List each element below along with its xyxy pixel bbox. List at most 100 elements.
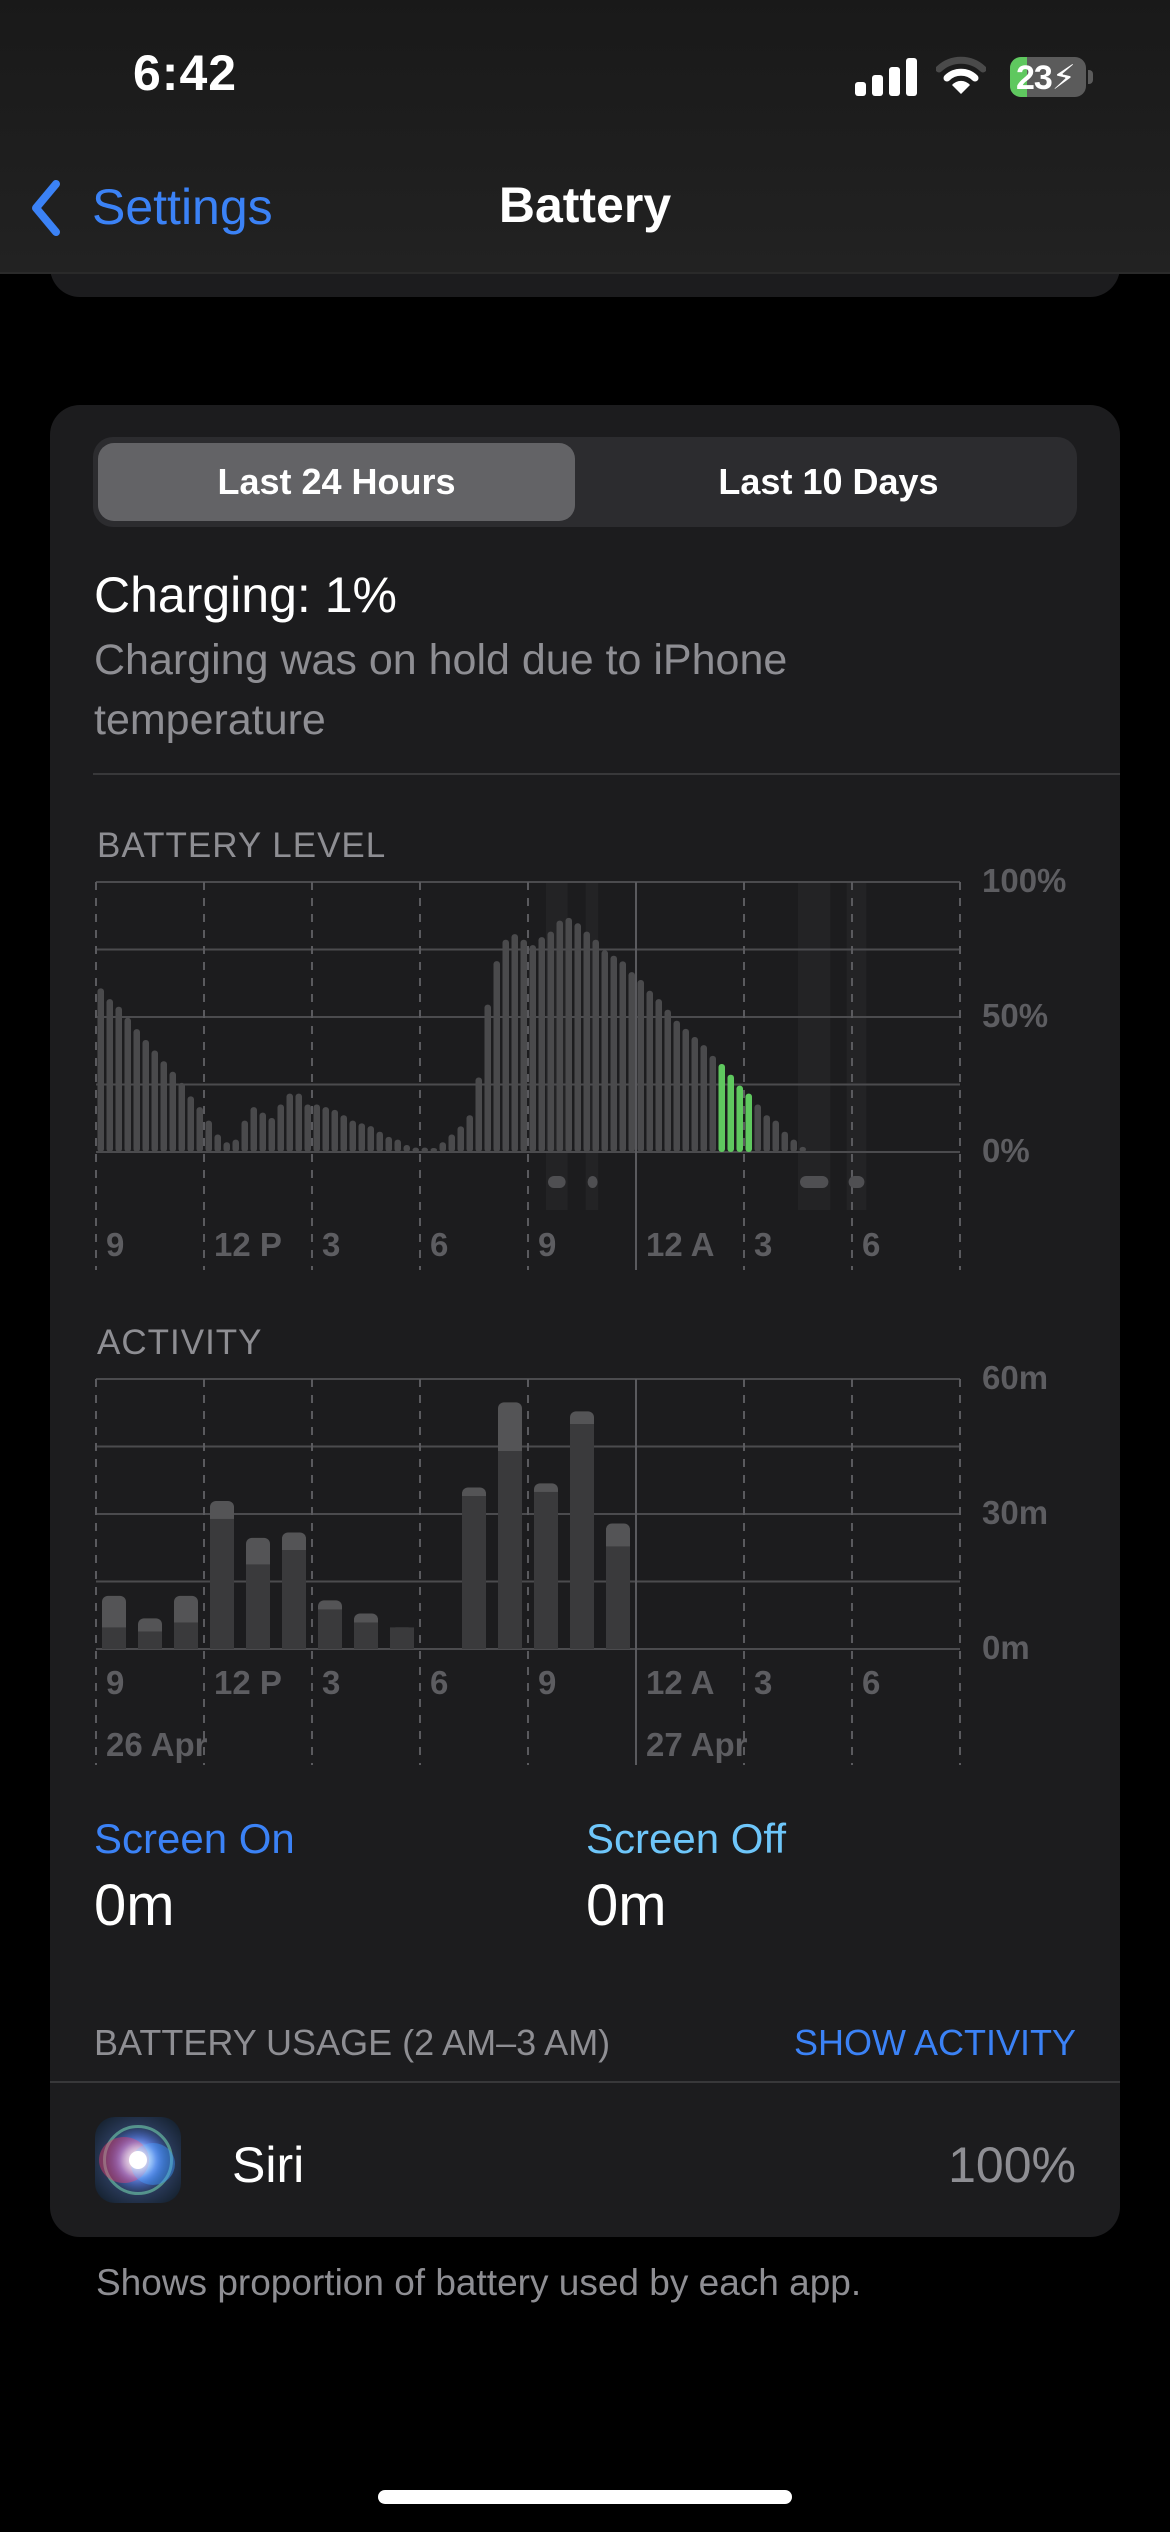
- battery-bar: [160, 1061, 167, 1152]
- x-tick-label: 3: [754, 1664, 773, 1701]
- x-tick-label: 3: [754, 1226, 773, 1263]
- battery-bar: [700, 1045, 707, 1152]
- battery-percent: 23⚡: [1016, 59, 1076, 97]
- battery-bar: [646, 990, 653, 1152]
- battery-bar: [502, 939, 509, 1152]
- battery-bar: [520, 939, 527, 1152]
- battery-bar: [448, 1134, 455, 1152]
- x-tick-label: 9: [538, 1226, 557, 1263]
- battery-bar: [250, 1107, 257, 1152]
- activity-bar-screen-on: [138, 1631, 162, 1649]
- battery-bar: [268, 1117, 275, 1152]
- screen-off-label: Screen Off: [586, 1815, 786, 1862]
- app-name: Siri: [232, 2137, 305, 2193]
- x-tick-label: 3: [322, 1226, 341, 1263]
- battery-bar: [493, 961, 500, 1152]
- battery-bar-selected: [745, 1093, 752, 1152]
- battery-bar: [367, 1126, 374, 1152]
- x-tick-label: 12 P: [214, 1226, 282, 1263]
- screen-on-value: 0m: [94, 1873, 175, 1938]
- activity-chart[interactable]: [95, 1378, 961, 1765]
- battery-bar-selected: [727, 1074, 734, 1152]
- battery-bar: [547, 931, 554, 1152]
- battery-bar: [556, 920, 563, 1152]
- battery-bar: [529, 945, 536, 1152]
- siri-icon: [95, 2117, 181, 2203]
- battery-bar: [754, 1104, 761, 1152]
- battery-level-chart[interactable]: [95, 881, 961, 1270]
- battery-bar: [484, 1004, 491, 1152]
- battery-bar: [385, 1136, 392, 1152]
- battery-bar: [403, 1144, 410, 1152]
- battery-bar: [322, 1107, 329, 1152]
- battery-cap: [1088, 70, 1093, 84]
- activity-bar-screen-on: [390, 1627, 414, 1649]
- battery-bar: [358, 1123, 365, 1152]
- activity-bar-screen-on: [534, 1491, 558, 1649]
- y-tick-label: 0m: [982, 1629, 1030, 1666]
- app-usage-percent: 100%: [948, 2137, 1076, 2193]
- battery-bar: [349, 1120, 356, 1152]
- x-tick-label: 9: [106, 1664, 125, 1701]
- charging-indicator: [800, 1176, 829, 1188]
- charging-indicator: [848, 1176, 865, 1188]
- battery-bar: [637, 980, 644, 1152]
- battery-bar-selected: [736, 1085, 743, 1152]
- status-time: 6:42: [133, 45, 238, 101]
- battery-bar: [214, 1134, 221, 1152]
- x-tick-label: 9: [538, 1664, 557, 1701]
- battery-bar: [196, 1107, 203, 1152]
- activity-bar-screen-on: [246, 1564, 270, 1649]
- x-tick-label: 12 A: [646, 1664, 715, 1701]
- battery-bar: [295, 1093, 302, 1152]
- charging-period-shade: [798, 882, 831, 1210]
- battery-bar: [106, 999, 113, 1152]
- activity-bar-screen-on: [174, 1622, 198, 1649]
- battery-bar: [790, 1139, 797, 1152]
- battery-bar: [430, 1148, 437, 1152]
- battery-bar: [394, 1139, 401, 1152]
- battery-bar: [97, 988, 104, 1152]
- battery-bar: [277, 1104, 284, 1152]
- battery-bar: [583, 931, 590, 1152]
- activity-bar-screen-on: [210, 1518, 234, 1649]
- battery-bar: [799, 1146, 806, 1152]
- battery-bar: [538, 937, 545, 1152]
- battery-bar: [772, 1120, 779, 1152]
- activity-bar-screen-on: [498, 1451, 522, 1649]
- battery-bar: [259, 1112, 266, 1152]
- x-tick-label: 3: [322, 1664, 341, 1701]
- battery-bar-selected: [718, 1063, 725, 1152]
- activity-bar-screen-on: [606, 1546, 630, 1649]
- battery-bar: [187, 1096, 194, 1152]
- x-tick-label: 12 A: [646, 1226, 715, 1263]
- activity-bar-screen-on: [318, 1609, 342, 1649]
- activity-bar-screen-on: [570, 1424, 594, 1649]
- home-indicator[interactable]: [378, 2490, 792, 2504]
- x-tick-label: 6: [862, 1664, 881, 1701]
- battery-bar: [241, 1120, 248, 1152]
- battery-bar: [313, 1104, 320, 1152]
- battery-bar: [673, 1020, 680, 1152]
- usage-footer-note: Shows proportion of battery used by each…: [96, 2262, 862, 2303]
- battery-bar: [709, 1055, 716, 1152]
- y-tick-label: 60m: [982, 1359, 1049, 1396]
- battery-bar: [619, 961, 626, 1152]
- page-title: Battery: [498, 177, 672, 233]
- battery-bar: [475, 1077, 482, 1152]
- x-tick-label: 12 P: [214, 1664, 282, 1701]
- battery-bar: [178, 1082, 185, 1152]
- screen-on-label: Screen On: [94, 1815, 295, 1862]
- battery-bar: [124, 1017, 131, 1152]
- x-tick-label: 9: [106, 1226, 125, 1263]
- battery-bar: [628, 972, 635, 1152]
- battery-bar: [439, 1142, 446, 1152]
- battery-usage-header: BATTERY USAGE (2 AM–3 AM): [94, 2022, 611, 2063]
- activity-bar-screen-on: [282, 1550, 306, 1649]
- battery-bar: [511, 934, 518, 1152]
- show-activity-button[interactable]: SHOW ACTIVITY: [760, 2022, 1076, 2064]
- x-tick-label: 6: [430, 1664, 449, 1701]
- battery-bar: [592, 939, 599, 1152]
- battery-bar: [331, 1109, 338, 1152]
- battery-bar: [304, 1104, 311, 1152]
